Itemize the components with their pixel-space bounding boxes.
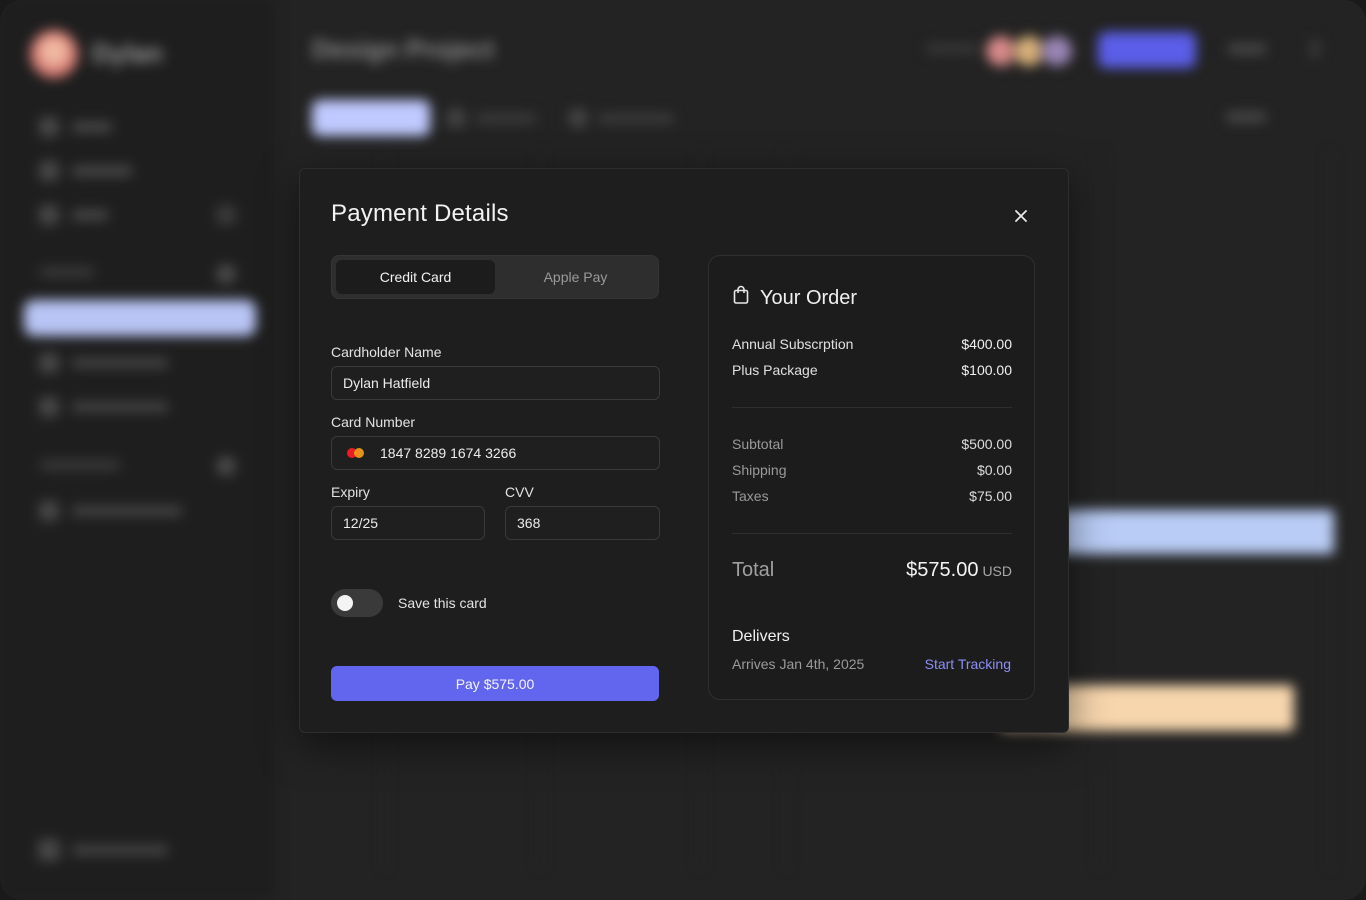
tasks-icon (38, 160, 60, 182)
item-price: $400.00 (961, 336, 1012, 352)
invite-button[interactable] (1098, 32, 1196, 68)
avatar (1040, 34, 1074, 68)
shopping-bag-icon (732, 285, 750, 311)
sidebar-item-tasks[interactable] (38, 159, 132, 183)
card-number-input[interactable]: 1847 8289 1674 3266 (331, 436, 660, 470)
taxes-row: Taxes $75.00 (732, 488, 1012, 504)
members-count (926, 44, 978, 53)
subtotal-row: Subtotal $500.00 (732, 436, 1012, 452)
sidebar-item-home[interactable] (38, 115, 112, 139)
pay-button[interactable]: Pay $575.00 (331, 666, 659, 701)
summary-value: $500.00 (961, 436, 1012, 452)
timeline-task-bar[interactable] (1060, 510, 1334, 554)
share-button[interactable] (1228, 44, 1266, 54)
member-avatars[interactable] (984, 34, 1074, 68)
add-project-icon[interactable] (216, 264, 236, 284)
summary-label: Taxes (732, 488, 769, 504)
payment-method-tabs: Credit Card Apple Pay (331, 255, 659, 299)
more-icon[interactable] (1310, 40, 1320, 58)
tab-team-tasks[interactable] (568, 100, 678, 136)
card-number-value: 1847 8289 1674 3266 (380, 445, 517, 461)
projects-section-head (40, 267, 94, 277)
mastercard-icon (347, 447, 365, 459)
total-amount: $575.00 (906, 559, 979, 581)
cardholder-label: Cardholder Name (331, 344, 442, 360)
order-title: Your Order (732, 285, 857, 311)
folder-icon (38, 352, 60, 374)
sidebar-item-project[interactable] (38, 351, 168, 375)
payment-modal: Payment Details Credit Card Apple Pay Ca… (299, 168, 1069, 733)
summary-value: $0.00 (976, 462, 1012, 478)
tab-timeline[interactable] (312, 100, 430, 136)
order-line-item: Annual Subscrption $400.00 (732, 336, 1012, 352)
avatar (30, 30, 78, 78)
expiry-value: 12/25 (343, 515, 379, 531)
item-price: $100.00 (961, 362, 1012, 378)
summary-label: Shipping (732, 462, 787, 478)
tab-schedule[interactable] (446, 100, 536, 136)
cvv-value: 368 (517, 515, 541, 531)
workspaces-section-head (40, 460, 120, 470)
page-title: Design Project (312, 34, 495, 64)
expiry-input[interactable]: 12/25 (331, 506, 485, 540)
total-row: Total $575.00 USD (732, 559, 1012, 582)
total-value: $575.00 USD (906, 559, 1012, 582)
tab-apple-pay[interactable]: Apple Pay (496, 260, 655, 294)
modal-title: Payment Details (331, 200, 509, 227)
divider (732, 533, 1012, 534)
total-label: Total (732, 559, 775, 581)
order-title-text: Your Order (760, 286, 858, 309)
total-currency: USD (982, 563, 1012, 579)
team-icon (38, 500, 60, 522)
save-card-toggle[interactable] (331, 589, 383, 617)
toggle-knob (337, 595, 353, 611)
card-number-label: Card Number (331, 414, 416, 430)
cardholder-input[interactable]: Dylan Hatfield (331, 366, 660, 400)
sidebar-item-active-project[interactable] (24, 300, 256, 336)
cvv-input[interactable]: 368 (505, 506, 660, 540)
inbox-badge (216, 205, 236, 225)
sidebar-item-workspace[interactable] (38, 499, 182, 523)
cardholder-value: Dylan Hatfield (343, 375, 431, 391)
user-name: Dylan (92, 38, 163, 68)
inbox-icon (38, 204, 60, 226)
sidebar: Dylan (0, 0, 275, 900)
arrival-date: Arrives Jan 4th, 2025 (732, 656, 865, 672)
start-tracking-link[interactable]: Start Tracking (925, 656, 1011, 672)
sidebar-item-inbox[interactable] (38, 203, 108, 227)
home-icon (38, 116, 60, 138)
sidebar-item-admin[interactable] (38, 838, 168, 862)
view-selector[interactable] (1226, 112, 1266, 122)
cvv-label: CVV (505, 484, 534, 500)
summary-value: $75.00 (969, 488, 1012, 504)
order-line-item: Plus Package $100.00 (732, 362, 1012, 378)
divider (732, 407, 1012, 408)
admin-icon (38, 839, 60, 861)
app-window: Dylan Design Project Payment Details Cre… (0, 0, 1366, 900)
delivers-title: Delivers (732, 628, 790, 645)
item-name: Annual Subscrption (732, 336, 854, 352)
order-summary: Your Order Annual Subscrption $400.00 Pl… (708, 255, 1035, 700)
summary-label: Subtotal (732, 436, 784, 452)
save-card-label: Save this card (398, 595, 487, 611)
close-icon[interactable] (1010, 205, 1032, 227)
shipping-row: Shipping $0.00 (732, 462, 1012, 478)
expiry-label: Expiry (331, 484, 370, 500)
folder-icon (38, 396, 60, 418)
sidebar-item-project[interactable] (38, 395, 168, 419)
tab-credit-card[interactable]: Credit Card (336, 260, 495, 294)
add-workspace-icon[interactable] (216, 456, 236, 476)
item-name: Plus Package (732, 362, 818, 378)
